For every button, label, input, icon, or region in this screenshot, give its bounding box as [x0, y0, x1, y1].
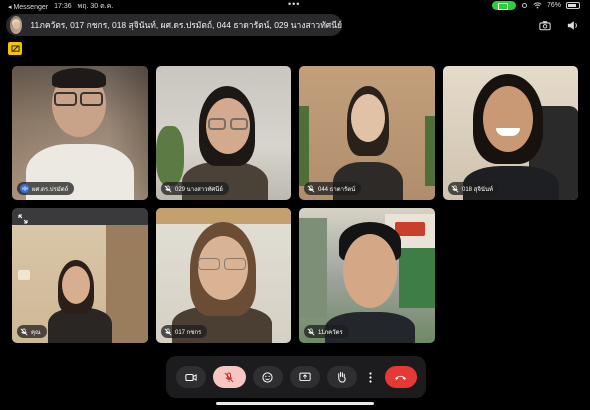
call-controls-toolbar — [166, 356, 426, 398]
effects-button[interactable] — [252, 366, 283, 388]
speaker-icon[interactable] — [566, 18, 580, 32]
status-time: 17:36 — [54, 3, 72, 10]
home-indicator[interactable] — [216, 402, 374, 405]
camera-in-use-indicator-icon — [491, 1, 516, 10]
participant-name: 018 สุจินันท์ — [462, 186, 494, 193]
participant-name: 11ภควัตร — [318, 329, 343, 336]
participant-name: ผศ.ดร.ปรมัตถ์ — [32, 186, 69, 193]
participant-name: 029 นางสาวทัศนีย์ — [175, 186, 223, 193]
mic-muted-icon — [307, 184, 315, 192]
participant-name-tag: 018 สุจินันท์ — [448, 182, 500, 195]
mic-muted-icon — [224, 372, 234, 382]
camera-button[interactable] — [175, 366, 206, 388]
multitask-dots-icon[interactable]: ••• — [288, 0, 300, 9]
participant-name: คุณ — [31, 329, 41, 336]
mute-toggle-button[interactable] — [212, 366, 246, 388]
screen-share-badge-icon[interactable] — [8, 42, 22, 55]
wifi-icon — [533, 2, 542, 9]
more-options-button[interactable] — [364, 366, 378, 388]
call-title: 11ภควัตร, 017 กชกร, 018 สุจินันท์, ผศ.ดร… — [30, 20, 342, 30]
camera-icon — [184, 373, 197, 381]
participant-tile[interactable]: 017 กชกร — [156, 208, 291, 343]
speaking-icon — [20, 184, 29, 193]
mic-muted-icon — [164, 184, 172, 192]
raise-hand-button[interactable] — [326, 366, 357, 388]
participant-name-tag: 11ภควัตร — [304, 325, 349, 338]
end-call-button[interactable] — [384, 366, 417, 388]
share-screen-icon — [298, 372, 311, 381]
mic-muted-icon — [164, 327, 172, 335]
participant-name: 044 ธาดารัตน์ — [318, 186, 356, 193]
participant-name: 017 กชกร — [175, 329, 202, 336]
battery-percent: 76% — [546, 2, 561, 9]
status-date: พฤ. 30 ต.ค. — [77, 3, 114, 10]
mic-muted-icon — [20, 327, 28, 335]
focus-icon — [521, 2, 528, 9]
participant-name-tag: 044 ธาดารัตน์ — [304, 182, 362, 195]
participant-tile[interactable]: 018 สุจินันท์ — [443, 66, 578, 200]
participant-name-tag: คุณ — [17, 325, 47, 338]
more-icon — [369, 371, 372, 383]
call-header[interactable]: 11ภควัตร, 017 กชกร, 018 สุจินันท์, ผศ.ดร… — [6, 14, 342, 36]
flip-camera-icon[interactable] — [538, 18, 552, 32]
mic-muted-icon — [451, 184, 459, 192]
status-bar: ◂ Messenger 17:36 พฤ. 30 ต.ค. ••• 76% — [0, 0, 590, 12]
participant-tile[interactable]: 044 ธาดารัตน์ — [299, 66, 435, 200]
emoji-icon — [262, 371, 273, 383]
end-call-icon — [394, 375, 407, 380]
battery-icon — [566, 2, 580, 9]
back-to-app-link[interactable]: ◂ Messenger — [8, 3, 48, 11]
participant-name-tag: ผศ.ดร.ปรมัตถ์ — [17, 182, 75, 195]
participant-tile[interactable]: ผศ.ดร.ปรมัตถ์ — [12, 66, 148, 200]
group-avatar — [10, 16, 23, 34]
participant-tile[interactable]: 029 นางสาวทัศนีย์ — [156, 66, 291, 200]
self-view-tile[interactable]: คุณ — [12, 208, 148, 343]
flip-self-view-icon[interactable] — [18, 214, 28, 224]
share-screen-button[interactable] — [289, 366, 320, 388]
participant-tile[interactable]: 11ภควัตร — [299, 208, 435, 343]
raise-hand-icon — [338, 371, 346, 383]
mic-muted-icon — [307, 327, 315, 335]
participant-name-tag: 029 นางสาวทัศนีย์ — [161, 182, 229, 195]
participant-name-tag: 017 กชกร — [161, 325, 208, 338]
